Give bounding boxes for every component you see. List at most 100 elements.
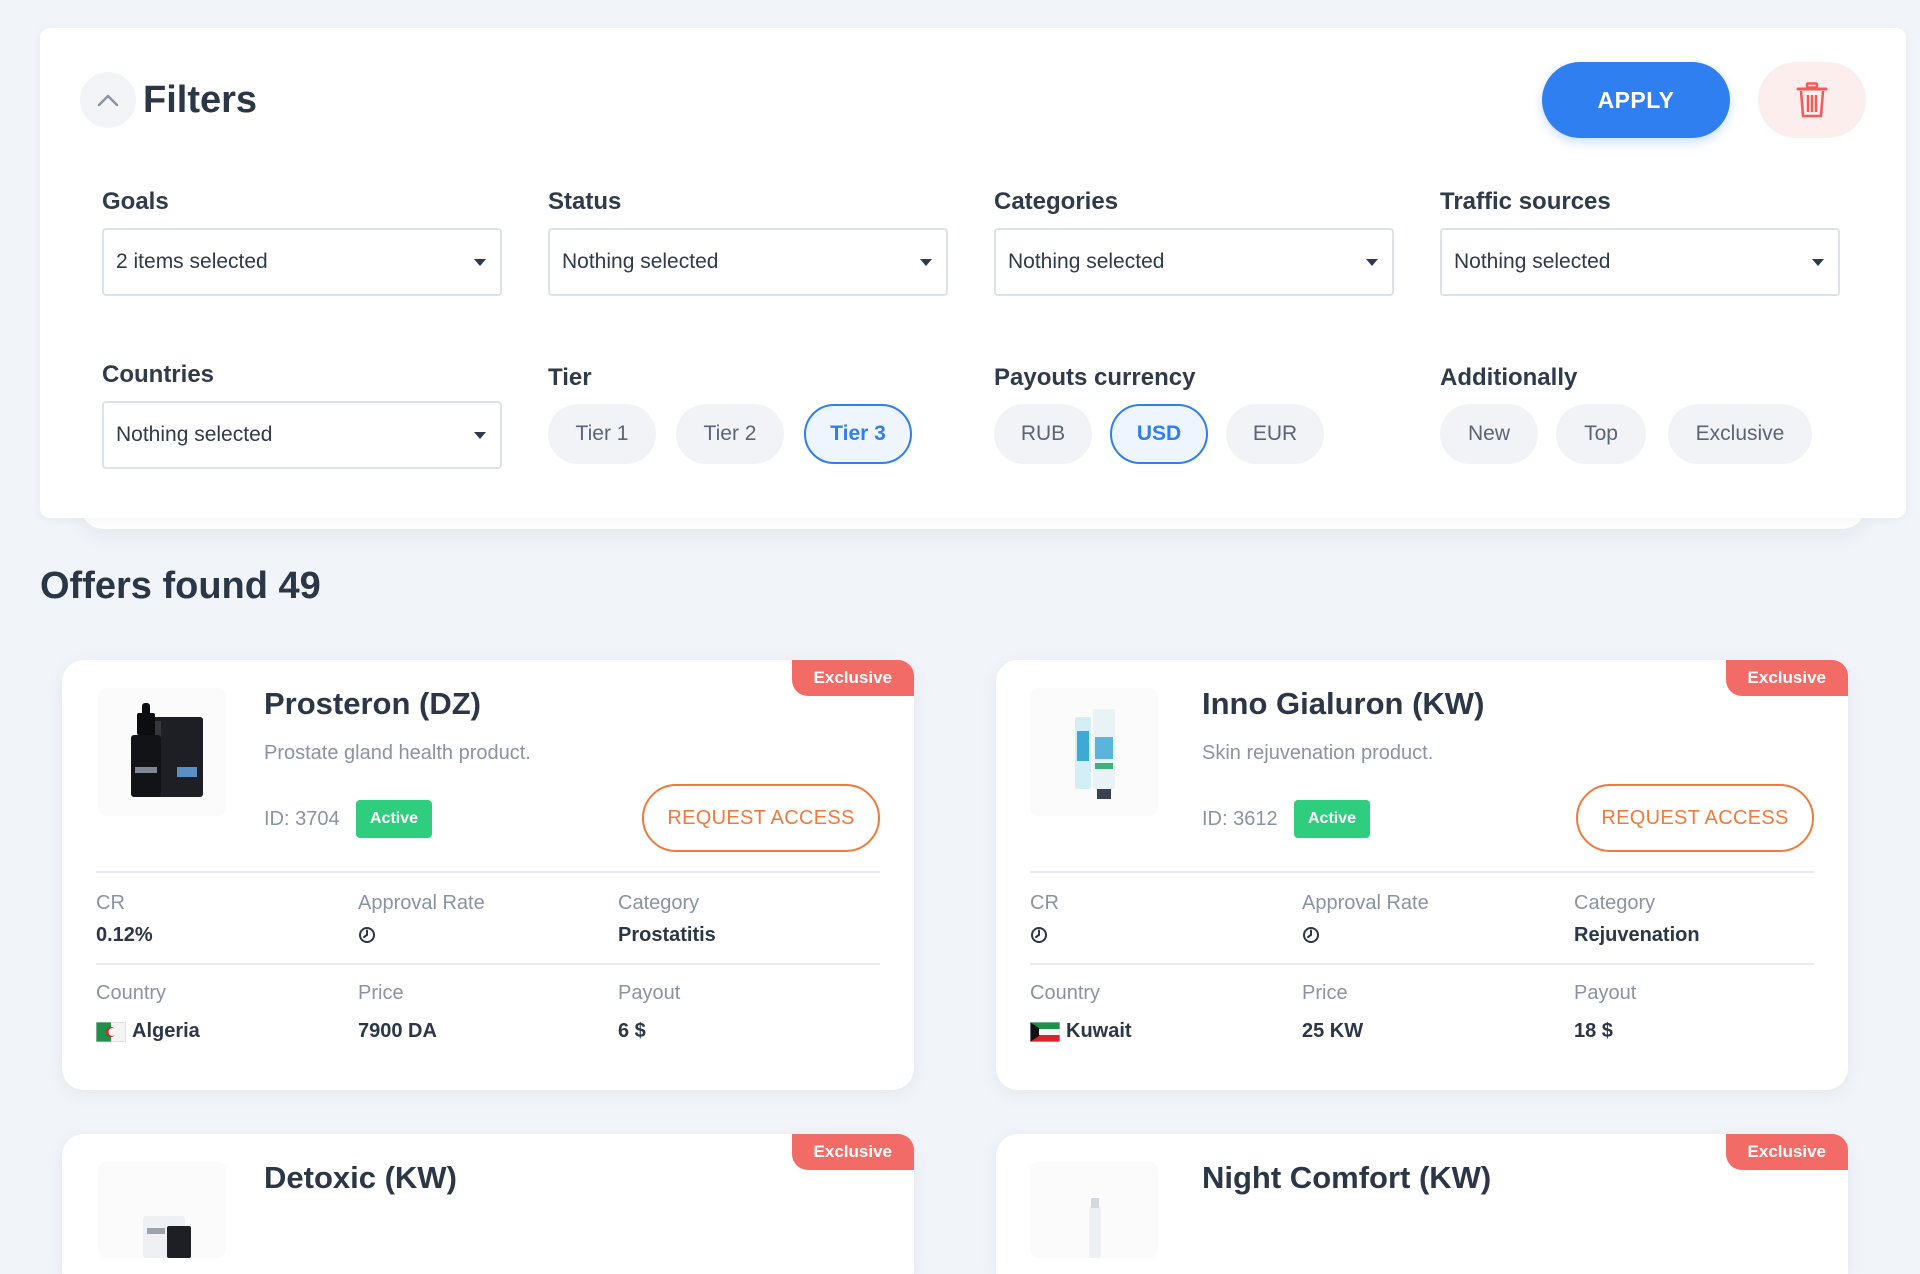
exclusive-badge: Exclusive [1725, 1134, 1848, 1170]
status-select[interactable]: Nothing selected [548, 228, 948, 296]
product-image [1030, 688, 1158, 816]
payouts-currency-label: Payouts currency [994, 364, 1196, 391]
offer-card[interactable]: Exclusive Night Comfort (KW) [996, 1134, 1848, 1274]
country-value: Kuwait [1030, 1020, 1132, 1043]
offer-name[interactable]: Detoxic (KW) [264, 1160, 457, 1196]
dropper-bottle-product-image [131, 703, 203, 797]
price-label: Price [358, 982, 404, 1004]
tier-label: Tier [548, 364, 592, 391]
country-label: Country [96, 982, 167, 1004]
traffic-sources-select-value: Nothing selected [1454, 250, 1611, 273]
offer-card[interactable]: Exclusive Detoxic (KW) [62, 1134, 914, 1274]
offer-name[interactable]: Inno Gialuron (KW) [1202, 686, 1484, 722]
caret-down-icon [1366, 259, 1378, 266]
clear-filters-button[interactable] [1758, 62, 1866, 138]
divider [1030, 871, 1814, 873]
country-name: Kuwait [1066, 1020, 1132, 1042]
country-name: Algeria [132, 1020, 200, 1042]
filters-title: Filters [143, 79, 258, 121]
offer-id: ID: 3704 [264, 808, 340, 830]
exclusive-badge: Exclusive [791, 660, 914, 696]
apply-button[interactable]: APPLY [1542, 62, 1730, 138]
approval-rate-value [358, 926, 376, 944]
kuwait-flag-icon [1030, 1021, 1060, 1042]
status-badge: Active [1294, 800, 1371, 838]
currency-option-rub[interactable]: RUB [994, 404, 1092, 464]
traffic-sources-select[interactable]: Nothing selected [1440, 228, 1840, 296]
spray-bottle-product-image [1089, 1198, 1101, 1258]
filters-panel: Filters APPLY Goals 2 items selected Sta… [40, 28, 1906, 518]
algeria-flag-icon [96, 1021, 126, 1042]
category-label: Category [618, 892, 700, 914]
product-image [98, 1162, 226, 1258]
country-value: Algeria [96, 1020, 200, 1043]
collapse-filters-button[interactable] [80, 72, 136, 128]
cr-label: CR [1030, 892, 1059, 914]
offer-name[interactable]: Night Comfort (KW) [1202, 1160, 1491, 1196]
offer-card[interactable]: Exclusive Prosteron (DZ) Prostate gland … [62, 660, 914, 1090]
payout-value: 18 $ [1574, 1020, 1613, 1042]
trash-icon [1796, 82, 1828, 118]
exclusive-badge: Exclusive [1725, 660, 1848, 696]
exclusive-badge: Exclusive [791, 1134, 914, 1170]
approval-rate-value [1302, 926, 1320, 944]
cream-tube-product-image [1075, 709, 1115, 799]
status-select-value: Nothing selected [562, 250, 719, 273]
categories-select[interactable]: Nothing selected [994, 228, 1394, 296]
clock-icon [1303, 927, 1319, 943]
payout-value: 6 $ [618, 1020, 646, 1042]
currency-option-eur[interactable]: EUR [1226, 404, 1324, 464]
offer-card[interactable]: Exclusive Inno Gialuron (KW) Skin rejuve… [996, 660, 1848, 1090]
divider [1030, 963, 1814, 965]
approval-rate-label: Approval Rate [1302, 892, 1429, 914]
tier-option-3[interactable]: Tier 3 [804, 404, 912, 464]
caret-down-icon [474, 259, 486, 266]
clock-icon [1031, 927, 1047, 943]
price-value: 25 KW [1302, 1020, 1364, 1042]
price-value: 7900 DA [358, 1020, 437, 1042]
categories-select-value: Nothing selected [1008, 250, 1165, 273]
category-value: Rejuvenation [1574, 924, 1700, 946]
caret-down-icon [474, 432, 486, 439]
approval-rate-label: Approval Rate [358, 892, 485, 914]
category-label: Category [1574, 892, 1656, 914]
offer-name[interactable]: Prosteron (DZ) [264, 686, 481, 722]
countries-select-value: Nothing selected [116, 423, 273, 446]
price-label: Price [1302, 982, 1348, 1004]
country-label: Country [1030, 982, 1101, 1004]
additionally-option-exclusive[interactable]: Exclusive [1668, 404, 1812, 464]
offer-description: Prostate gland health product. [264, 742, 531, 764]
status-badge: Active [356, 800, 433, 838]
request-access-button[interactable]: REQUEST ACCESS [642, 784, 880, 852]
product-image [1030, 1162, 1158, 1258]
offers-found-heading: Offers found 49 [40, 565, 321, 607]
countries-select[interactable]: Nothing selected [102, 401, 502, 469]
caret-down-icon [920, 259, 932, 266]
goals-label: Goals [102, 188, 169, 215]
categories-label: Categories [994, 188, 1119, 215]
cr-label: CR [96, 892, 125, 914]
bottle-product-image [143, 1216, 191, 1258]
tier-option-2[interactable]: Tier 2 [676, 404, 784, 464]
category-value: Prostatitis [618, 924, 716, 946]
additionally-label: Additionally [1440, 364, 1578, 391]
divider [96, 963, 880, 965]
additionally-option-new[interactable]: New [1440, 404, 1538, 464]
additionally-option-top[interactable]: Top [1556, 404, 1646, 464]
clock-icon [359, 927, 375, 943]
chevron-up-icon [97, 94, 119, 107]
payout-label: Payout [618, 982, 681, 1004]
caret-down-icon [1812, 259, 1824, 266]
offer-id: ID: 3612 [1202, 808, 1278, 830]
cr-value [1030, 926, 1048, 944]
cr-value: 0.12% [96, 924, 153, 946]
currency-option-usd[interactable]: USD [1110, 404, 1208, 464]
tier-option-1[interactable]: Tier 1 [548, 404, 656, 464]
status-label: Status [548, 188, 622, 215]
goals-select-value: 2 items selected [116, 250, 268, 273]
countries-label: Countries [102, 361, 215, 388]
goals-select[interactable]: 2 items selected [102, 228, 502, 296]
request-access-button[interactable]: REQUEST ACCESS [1576, 784, 1814, 852]
offer-description: Skin rejuvenation product. [1202, 742, 1434, 764]
divider [96, 871, 880, 873]
